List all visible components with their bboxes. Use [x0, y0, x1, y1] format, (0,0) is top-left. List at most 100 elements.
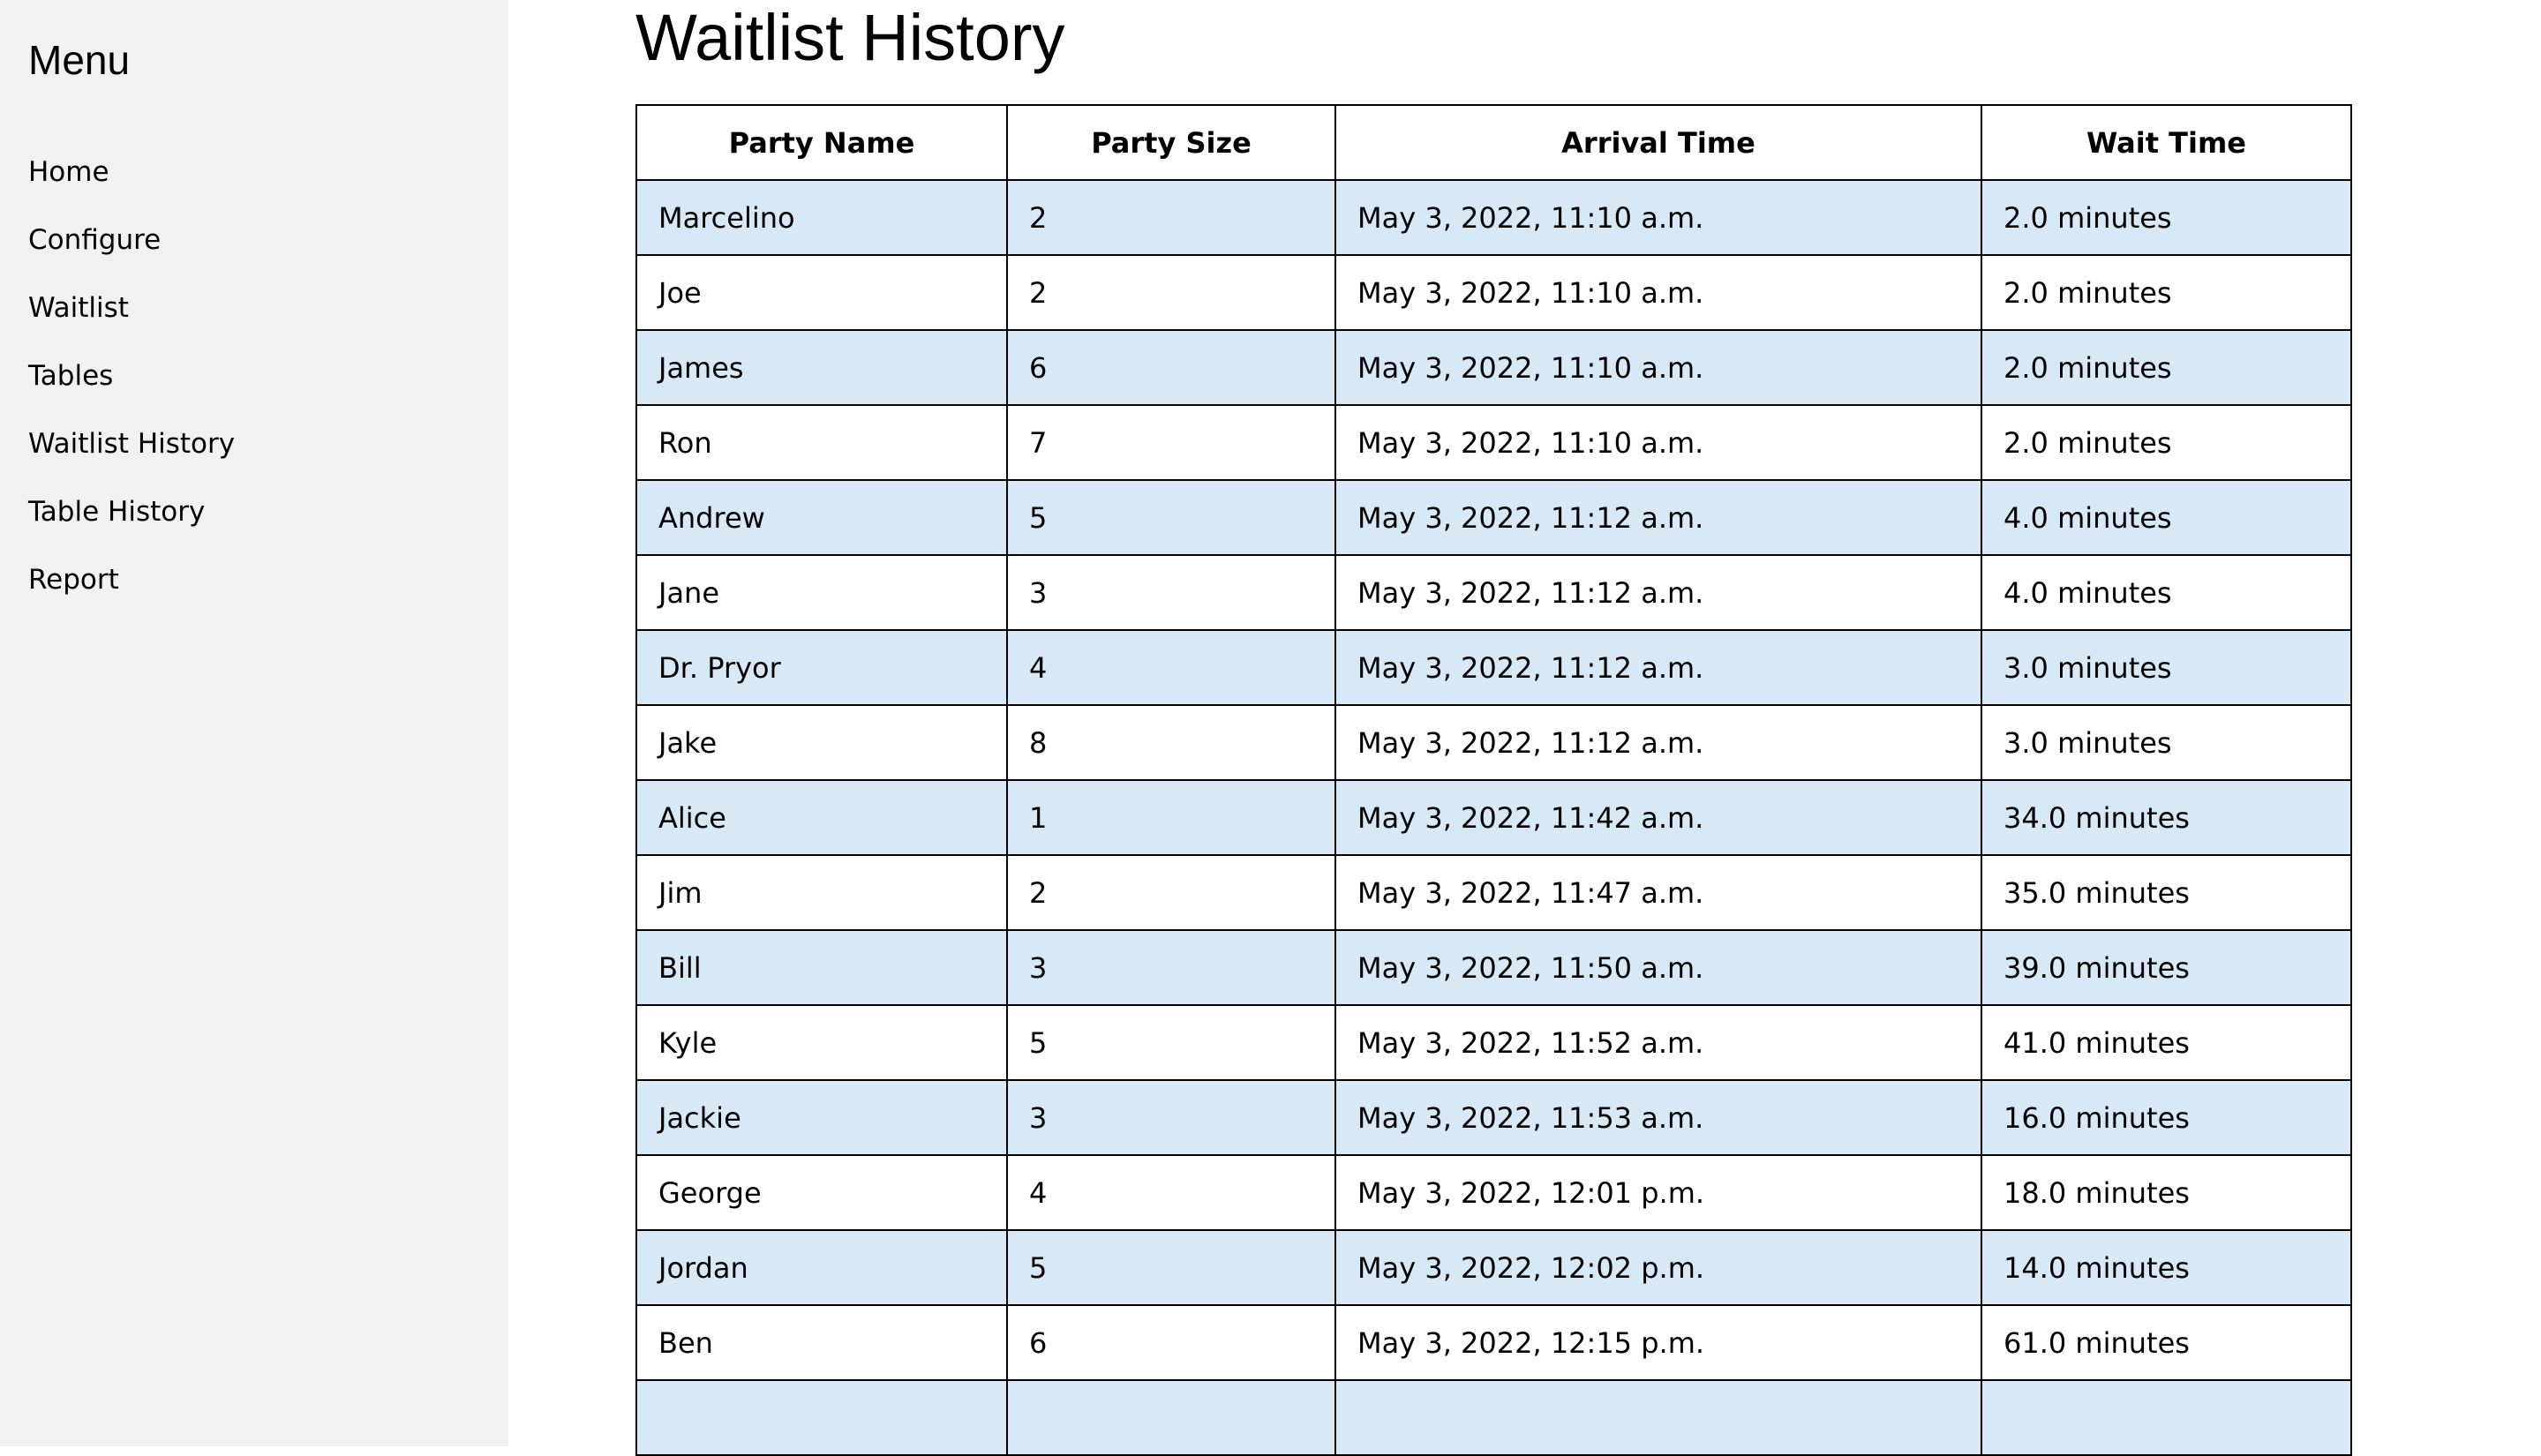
wait-time-cell: 4.0 minutes [1981, 480, 2351, 555]
table-row: Jordan5May 3, 2022, 12:02 p.m.14.0 minut… [636, 1230, 2351, 1305]
party-name-cell: Jake [636, 705, 1007, 780]
party-name-cell: Alice [636, 780, 1007, 855]
wait-time-cell: 18.0 minutes [1981, 1155, 2351, 1230]
party-size-cell: 1 [1007, 780, 1335, 855]
table-body: Marcelino2May 3, 2022, 11:10 a.m.2.0 min… [636, 180, 2351, 1455]
party-name-cell: Dr. Pryor [636, 630, 1007, 705]
party-size-cell: 3 [1007, 1080, 1335, 1155]
arrival-time-cell: May 3, 2022, 11:10 a.m. [1335, 405, 1981, 480]
wait-time-cell: 41.0 minutes [1981, 1005, 2351, 1080]
party-name-cell: Ron [636, 405, 1007, 480]
column-header-wait-time: Wait Time [1981, 105, 2351, 180]
party-size-cell: 2 [1007, 855, 1335, 930]
party-name-cell: Marcelino [636, 180, 1007, 255]
party-size-cell: 7 [1007, 405, 1335, 480]
arrival-time-cell: May 3, 2022, 12:02 p.m. [1335, 1230, 1981, 1305]
party-size-cell: 6 [1007, 330, 1335, 405]
sidebar: Menu Home Configure Waitlist Tables Wait… [0, 0, 508, 1446]
party-name-cell: Jordan [636, 1230, 1007, 1305]
party-name-cell: Andrew [636, 480, 1007, 555]
party-size-cell: 8 [1007, 705, 1335, 780]
arrival-time-cell: May 3, 2022, 11:10 a.m. [1335, 255, 1981, 330]
wait-time-cell: 2.0 minutes [1981, 330, 2351, 405]
sidebar-item-home[interactable]: Home [0, 138, 508, 206]
party-name-cell: Ben [636, 1305, 1007, 1380]
wait-time-cell: 39.0 minutes [1981, 930, 2351, 1005]
wait-time-cell: 61.0 minutes [1981, 1305, 2351, 1380]
sidebar-nav: Home Configure Waitlist Tables Waitlist … [0, 138, 508, 613]
party-name-cell: Jane [636, 555, 1007, 630]
party-name-cell: James [636, 330, 1007, 405]
table-row: Dr. Pryor4May 3, 2022, 11:12 a.m.3.0 min… [636, 630, 2351, 705]
arrival-time-cell: May 3, 2022, 11:50 a.m. [1335, 930, 1981, 1005]
table-row: Ron7May 3, 2022, 11:10 a.m.2.0 minutes [636, 405, 2351, 480]
party-size-cell: 3 [1007, 930, 1335, 1005]
party-size-cell: 5 [1007, 1230, 1335, 1305]
column-header-arrival-time: Arrival Time [1335, 105, 1981, 180]
wait-time-cell: 2.0 minutes [1981, 255, 2351, 330]
table-row: Jim2May 3, 2022, 11:47 a.m.35.0 minutes [636, 855, 2351, 930]
waitlist-history-table: Party Name Party Size Arrival Time Wait … [635, 104, 2352, 1456]
arrival-time-cell: May 3, 2022, 12:01 p.m. [1335, 1155, 1981, 1230]
table-row: Kyle5May 3, 2022, 11:52 a.m.41.0 minutes [636, 1005, 2351, 1080]
arrival-time-cell: May 3, 2022, 11:12 a.m. [1335, 630, 1981, 705]
table-row: Jake8May 3, 2022, 11:12 a.m.3.0 minutes [636, 705, 2351, 780]
column-header-party-name: Party Name [636, 105, 1007, 180]
wait-time-cell: 3.0 minutes [1981, 705, 2351, 780]
wait-time-cell: 34.0 minutes [1981, 780, 2351, 855]
menu-title: Menu [28, 34, 130, 86]
table-row: Jackie3May 3, 2022, 11:53 a.m.16.0 minut… [636, 1080, 2351, 1155]
party-size-cell: 6 [1007, 1305, 1335, 1380]
party-name-cell: George [636, 1155, 1007, 1230]
arrival-time-cell: May 3, 2022, 11:12 a.m. [1335, 555, 1981, 630]
sidebar-item-configure[interactable]: Configure [0, 206, 508, 274]
arrival-time-cell: May 3, 2022, 11:52 a.m. [1335, 1005, 1981, 1080]
wait-time-cell: 4.0 minutes [1981, 555, 2351, 630]
party-name-cell: Jim [636, 855, 1007, 930]
party-size-cell: 3 [1007, 555, 1335, 630]
table-row: Andrew5May 3, 2022, 11:12 a.m.4.0 minute… [636, 480, 2351, 555]
wait-time-cell: 35.0 minutes [1981, 855, 2351, 930]
arrival-time-cell: May 3, 2022, 11:12 a.m. [1335, 480, 1981, 555]
table-row: Bill3May 3, 2022, 11:50 a.m.39.0 minutes [636, 930, 2351, 1005]
party-size-cell: 5 [1007, 480, 1335, 555]
table-row: Joe2May 3, 2022, 11:10 a.m.2.0 minutes [636, 255, 2351, 330]
arrival-time-cell: May 3, 2022, 11:42 a.m. [1335, 780, 1981, 855]
table-header-row: Party Name Party Size Arrival Time Wait … [636, 105, 2351, 180]
main-content: Waitlist History Party Name Party Size A… [635, 0, 2541, 1446]
party-size-cell: 2 [1007, 255, 1335, 330]
column-header-party-size: Party Size [1007, 105, 1335, 180]
wait-time-cell [1981, 1380, 2351, 1455]
party-name-cell: Bill [636, 930, 1007, 1005]
party-size-cell [1007, 1380, 1335, 1455]
table-row: Ben6May 3, 2022, 12:15 p.m.61.0 minutes [636, 1305, 2351, 1380]
arrival-time-cell: May 3, 2022, 11:53 a.m. [1335, 1080, 1981, 1155]
party-name-cell: Kyle [636, 1005, 1007, 1080]
sidebar-item-table-history[interactable]: Table History [0, 477, 508, 545]
party-name-cell [636, 1380, 1007, 1455]
page-title: Waitlist History [635, 0, 1065, 76]
table-row: Alice1May 3, 2022, 11:42 a.m.34.0 minute… [636, 780, 2351, 855]
table-row: Jane3May 3, 2022, 11:12 a.m.4.0 minutes [636, 555, 2351, 630]
table-row: Marcelino2May 3, 2022, 11:10 a.m.2.0 min… [636, 180, 2351, 255]
table-row: George4May 3, 2022, 12:01 p.m.18.0 minut… [636, 1155, 2351, 1230]
wait-time-cell: 14.0 minutes [1981, 1230, 2351, 1305]
sidebar-item-report[interactable]: Report [0, 545, 508, 613]
wait-time-cell: 3.0 minutes [1981, 630, 2351, 705]
arrival-time-cell: May 3, 2022, 11:10 a.m. [1335, 180, 1981, 255]
arrival-time-cell: May 3, 2022, 11:47 a.m. [1335, 855, 1981, 930]
party-name-cell: Joe [636, 255, 1007, 330]
arrival-time-cell: May 3, 2022, 12:15 p.m. [1335, 1305, 1981, 1380]
sidebar-item-waitlist[interactable]: Waitlist [0, 274, 508, 341]
table-row [636, 1380, 2351, 1455]
wait-time-cell: 2.0 minutes [1981, 405, 2351, 480]
wait-time-cell: 2.0 minutes [1981, 180, 2351, 255]
sidebar-item-tables[interactable]: Tables [0, 341, 508, 409]
arrival-time-cell [1335, 1380, 1981, 1455]
party-size-cell: 4 [1007, 1155, 1335, 1230]
party-size-cell: 4 [1007, 630, 1335, 705]
arrival-time-cell: May 3, 2022, 11:10 a.m. [1335, 330, 1981, 405]
sidebar-item-waitlist-history[interactable]: Waitlist History [0, 409, 508, 477]
table-row: James6May 3, 2022, 11:10 a.m.2.0 minutes [636, 330, 2351, 405]
party-size-cell: 2 [1007, 180, 1335, 255]
